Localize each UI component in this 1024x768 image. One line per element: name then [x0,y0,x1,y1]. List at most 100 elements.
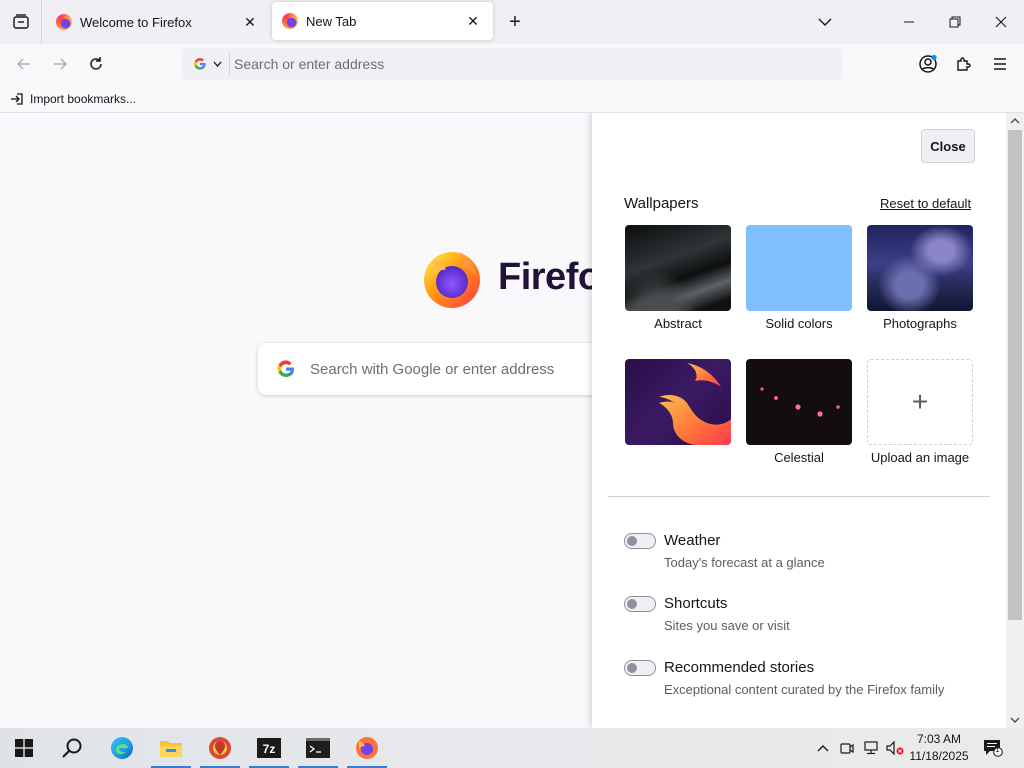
taskbar-edge[interactable] [98,728,146,768]
customize-panel: Close Wallpapers Reset to default Abstra… [592,113,1006,728]
address-bar[interactable] [182,48,842,80]
shortcuts-toggle[interactable] [624,596,656,612]
taskbar-app-red[interactable] [196,728,244,768]
close-window-button[interactable] [978,0,1024,44]
terminal-icon [306,738,330,758]
recommended-stories-toggle[interactable] [624,660,656,676]
google-icon [277,360,294,378]
minimize-button[interactable] [886,0,932,44]
import-bookmarks-label: Import bookmarks... [30,92,137,106]
import-bookmarks-button[interactable]: Import bookmarks... [10,89,136,109]
tray-meet-now[interactable] [837,738,857,758]
taskbar: 7z 7:03 AM 11/18/2025 1 [0,728,1024,768]
search-engine-button[interactable] [186,52,230,76]
firefox-favicon-icon [56,14,72,30]
close-tab-icon[interactable]: ✕ [242,14,258,30]
reset-to-default-link[interactable]: Reset to default [880,196,971,211]
account-button[interactable] [914,50,942,78]
weather-toggle[interactable] [624,533,656,549]
google-icon [194,58,206,70]
url-input[interactable] [234,48,834,80]
wallpaper-abstract[interactable] [625,225,731,311]
clock-date: 11/18/2025 [909,749,969,763]
app-menu-button[interactable] [986,50,1014,78]
tab-title: New Tab [306,13,357,29]
tab-welcome[interactable]: Welcome to Firefox ✕ [44,0,270,44]
taskbar-file-explorer[interactable] [147,728,195,768]
scrollbar-thumb[interactable] [1008,130,1022,620]
scroll-up-button[interactable] [1006,113,1024,129]
close-button[interactable]: Close [921,129,975,163]
firefox-logo-icon [424,252,480,308]
option-description: Sites you save or visit [664,618,790,633]
action-center-button[interactable]: 1 [982,738,1004,758]
taskbar-firefox[interactable] [343,728,391,768]
wallpaper-label: Photographs [883,316,957,331]
camera-icon [840,743,854,754]
extensions-button[interactable] [950,50,978,78]
minimize-icon [904,21,914,23]
new-tab-page: Firefox Close Wallpapers Reset to defaul… [0,113,1024,728]
firefox-window: Welcome to Firefox ✕ New Tab ✕ + Search … [0,0,1024,768]
reload-button[interactable] [82,50,110,78]
forward-button[interactable] [46,50,74,78]
option-title: Weather [664,532,721,549]
option-title: Recommended stories [664,659,815,676]
wallpaper-solid-colors[interactable] [746,225,852,311]
search-icon [62,738,82,758]
network-icon [864,741,878,755]
firefox-favicon-icon [282,13,298,29]
map-pin-app-icon [209,737,231,759]
plus-icon: + [509,10,521,33]
svg-text:7z: 7z [263,742,276,756]
reload-icon [90,57,102,70]
maximize-button[interactable] [932,0,978,44]
taskbar-terminal[interactable] [294,728,342,768]
arrow-left-icon [16,58,30,70]
firefox-flame-icon [659,363,731,445]
wallpaper-label: Upload an image [870,450,970,465]
upload-image-button[interactable]: + [867,359,973,445]
navigation-toolbar [0,44,1024,84]
tray-volume[interactable] [885,738,905,758]
windows-logo-icon [15,739,33,757]
wallpapers-heading: Wallpapers [624,195,699,212]
taskbar-clock[interactable]: 7:03 AM 11/18/2025 [906,731,972,765]
import-icon [11,93,23,105]
taskbar-7zip[interactable]: 7z [245,728,293,768]
wallpaper-label: Solid colors [765,316,833,331]
wallpaper-label: Abstract [654,316,702,331]
clock-time: 7:03 AM [916,732,962,746]
chevron-down-icon [1010,717,1020,723]
puzzle-icon [957,57,971,71]
tab-new-tab[interactable]: New Tab ✕ [272,2,493,40]
list-all-tabs-button[interactable] [802,0,848,44]
moon-phases-icon [760,387,840,417]
firefox-view-icon [12,14,29,29]
close-tab-icon[interactable]: ✕ [465,13,481,29]
volume-muted-icon [886,741,904,755]
chevron-up-icon [817,745,829,752]
start-button[interactable] [0,728,48,768]
section-divider [608,496,990,497]
account-icon [919,54,937,73]
taskbar-search-button[interactable] [48,728,96,768]
firefox-view-button[interactable] [0,0,42,44]
show-hidden-icons-button[interactable] [813,738,833,758]
wallpaper-celestial[interactable] [746,359,852,445]
back-button[interactable] [10,50,38,78]
option-title: Shortcuts [664,595,728,612]
7zip-icon: 7z [257,738,281,758]
scroll-down-button[interactable] [1006,712,1024,728]
option-description: Today's forecast at a glance [664,555,825,570]
wallpaper-photographs[interactable] [867,225,973,311]
option-description: Exceptional content curated by the Firef… [664,682,945,697]
notification-count: 1 [995,745,1000,754]
new-tab-button[interactable]: + [503,10,527,34]
wallpaper-firefox[interactable] [625,359,731,445]
bookmarks-toolbar: Import bookmarks... [0,84,1024,113]
tab-title: Welcome to Firefox [80,14,192,30]
tray-network[interactable] [861,738,881,758]
scrollbar[interactable] [1006,113,1024,728]
restore-icon [949,16,961,28]
